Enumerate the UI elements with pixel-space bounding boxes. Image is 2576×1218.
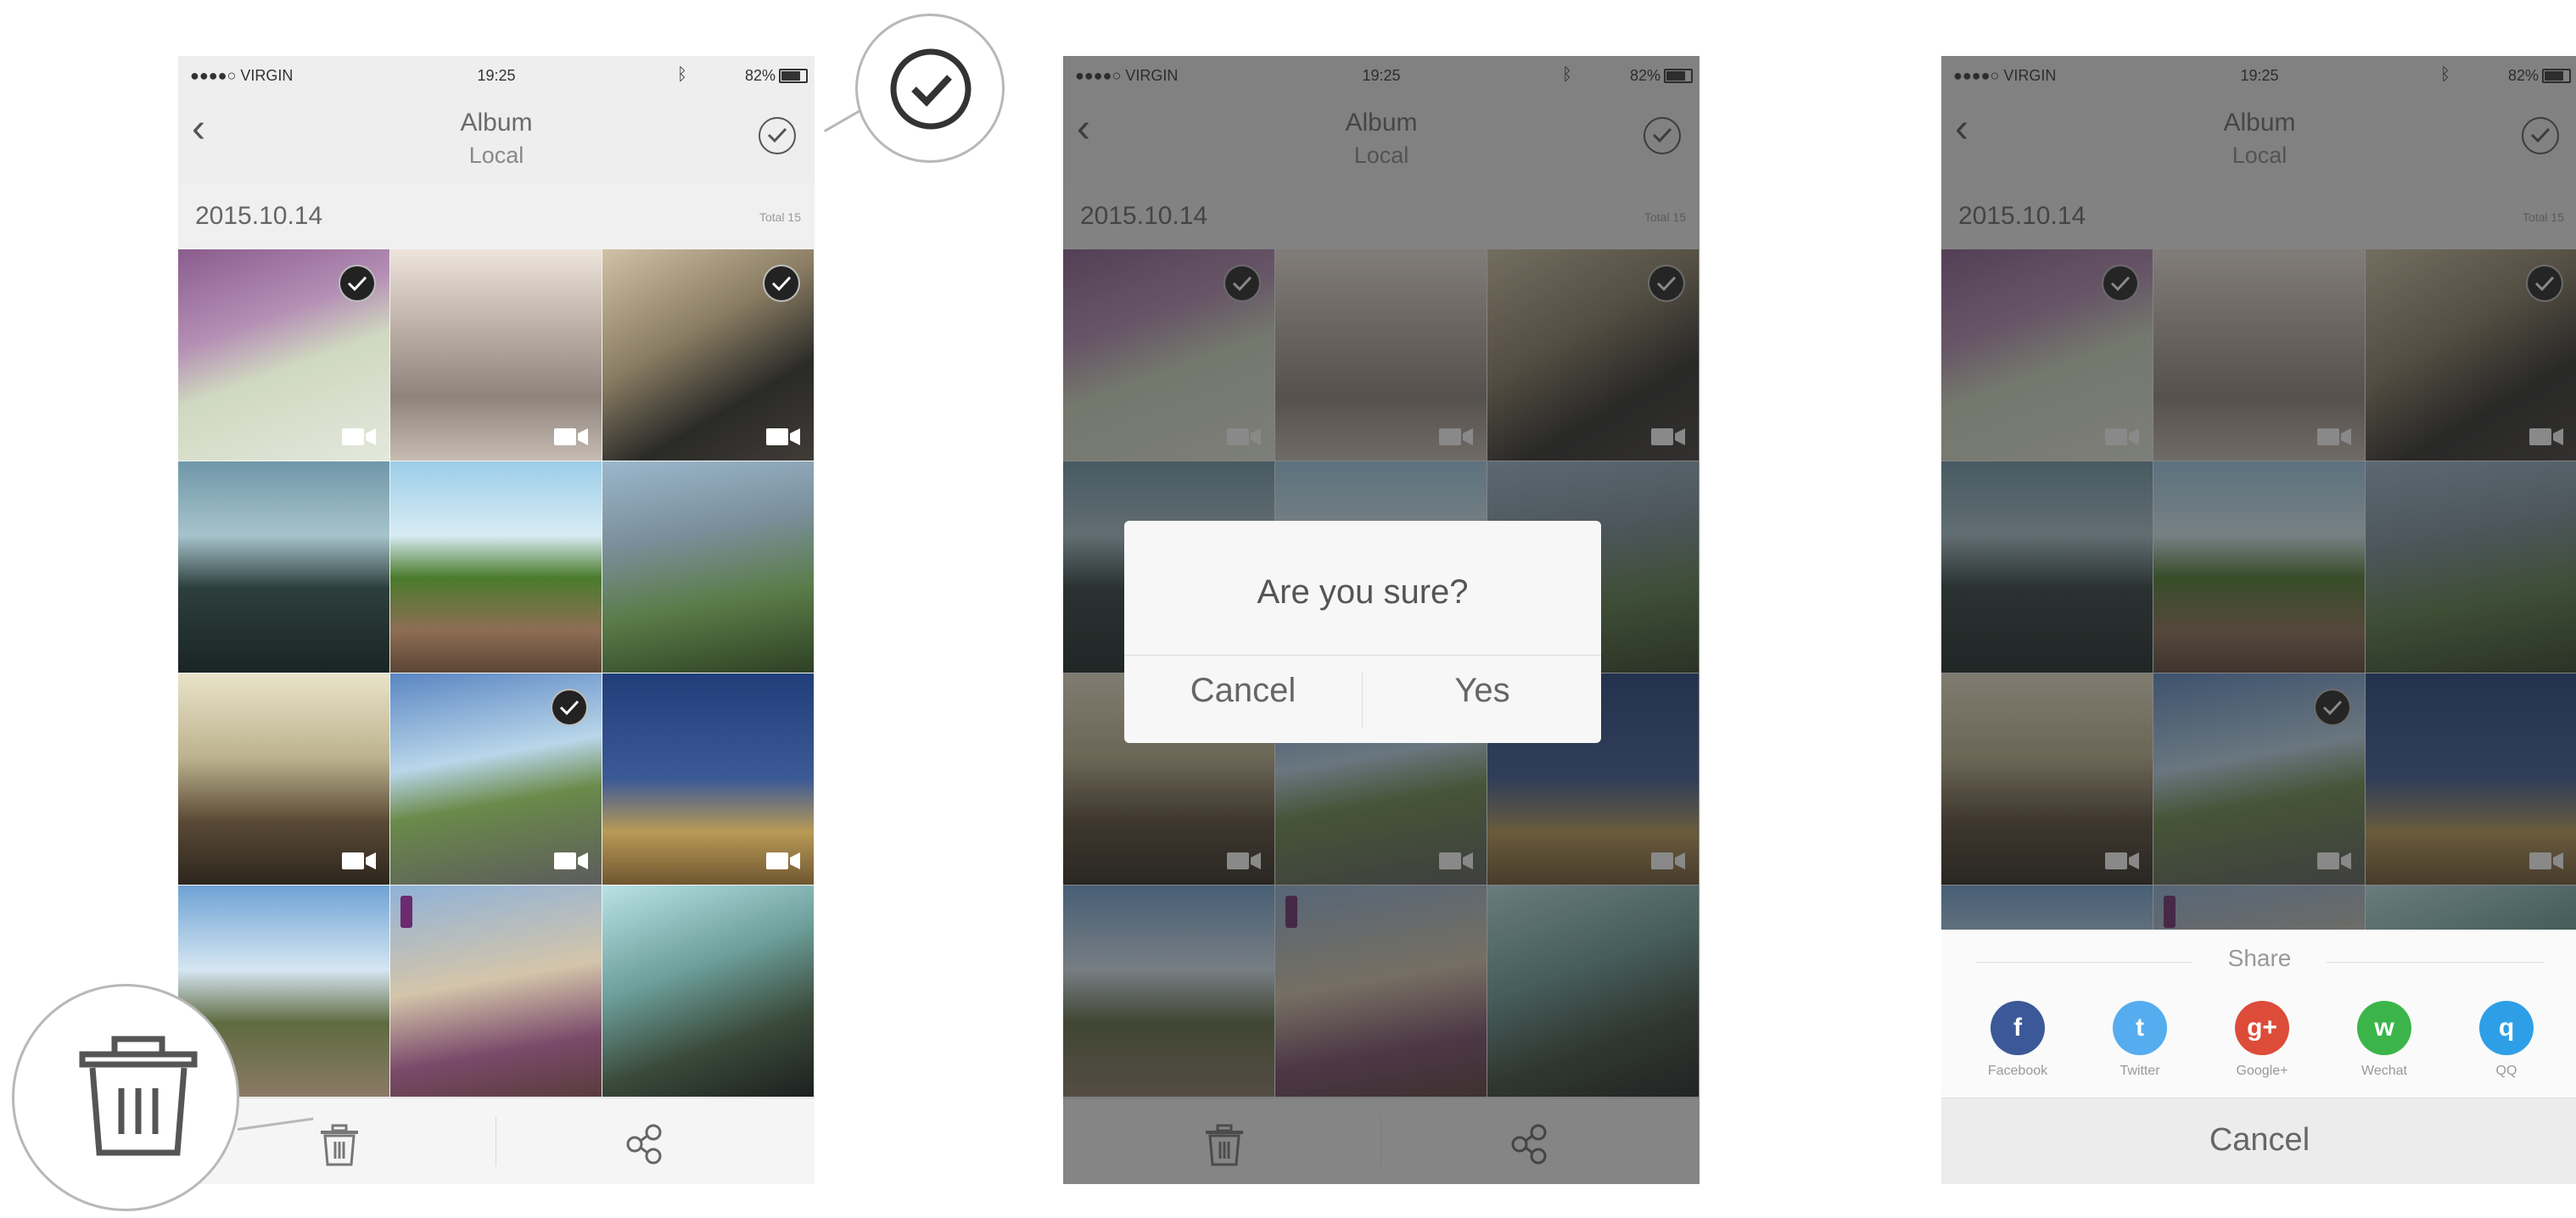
share-target-label: Google+ (2236, 1064, 2288, 1078)
album-total: Total 15 (759, 210, 801, 224)
nav-bar: ‹ Album Local (178, 98, 815, 183)
callout-select-button (855, 14, 1005, 163)
photo-thumbnail[interactable] (390, 249, 602, 461)
phone-screen-share: ●●●●○ VIRGIN 19:25 ᛒ 82% ‹ Album Local 2… (1941, 56, 2576, 1184)
photo-thumbnail[interactable] (390, 886, 602, 1097)
video-camera-icon (554, 851, 588, 871)
trash-icon (321, 1124, 358, 1166)
share-target-label: Facebook (1987, 1064, 2048, 1078)
dialog-message: Are you sure? (1257, 573, 1469, 611)
bottom-toolbar (178, 1098, 815, 1184)
share-cancel-bar: Cancel (1941, 1098, 2576, 1184)
share-cancel-button[interactable]: Cancel (1941, 1122, 2576, 1159)
phone-screen-confirm: ●●●●○ VIRGIN 19:25 ᛒ 82% ‹ Album Local 2… (1063, 56, 1700, 1184)
photo-thumbnail[interactable] (178, 249, 389, 461)
dialog-yes-button[interactable]: Yes (1364, 672, 1601, 710)
photo-thumbnail[interactable] (602, 886, 814, 1097)
share-title: Share (2227, 945, 2292, 971)
video-camera-icon (766, 851, 800, 871)
wechat-icon: w (2357, 1001, 2411, 1055)
photo-thumbnail[interactable] (602, 461, 814, 673)
page-subtitle: Local (468, 142, 524, 168)
dialog-divider (1124, 655, 1601, 656)
date-header: 2015.10.14 Total 15 (178, 183, 815, 249)
google-icon: g+ (2235, 1001, 2289, 1055)
bluetooth-icon: ᛒ (677, 65, 687, 84)
photo-thumbnail[interactable] (390, 461, 602, 673)
photo-thumbnail[interactable] (178, 673, 389, 885)
photo-thumbnail[interactable] (602, 673, 814, 885)
qq-icon: q (2479, 1001, 2534, 1055)
trash-icon (79, 1036, 198, 1156)
video-camera-icon (554, 427, 588, 447)
share-target-twitter[interactable]: t Twitter (2080, 1001, 2199, 1079)
selected-check-icon (339, 265, 376, 302)
video-camera-icon (342, 851, 376, 871)
share-target-label: Twitter (2120, 1064, 2160, 1078)
facebook-icon: f (1991, 1001, 2045, 1055)
dialog-cancel-button[interactable]: Cancel (1124, 672, 1362, 710)
share-target-facebook[interactable]: f Facebook (1958, 1001, 2077, 1079)
video-camera-icon (766, 427, 800, 447)
checkmark-icon (767, 127, 787, 143)
share-sheet: Share f Facebook t Twitter g+ Google+ w Wechat q… (1941, 930, 2576, 1184)
photo-thumbnail[interactable] (390, 673, 602, 885)
clock: 19:25 (477, 67, 516, 84)
share-target-label: QQ (2495, 1064, 2517, 1078)
share-icon (626, 1124, 662, 1165)
photo-thumbnail[interactable] (602, 249, 814, 461)
twitter-icon: t (2113, 1001, 2167, 1055)
selected-check-icon (763, 265, 800, 302)
confirm-dialog: Are you sure? Cancel Yes (1124, 521, 1601, 743)
battery-percent: 82% (744, 67, 776, 84)
status-bar: ●●●●○ VIRGIN 19:25 ᛒ 82% (178, 56, 815, 98)
share-target-wechat[interactable]: w Wechat (2325, 1001, 2444, 1079)
photo-thumbnail[interactable] (178, 461, 389, 673)
page-title: Album (460, 109, 533, 137)
divider-line (2327, 962, 2544, 963)
callout-pointer (823, 109, 860, 132)
select-button[interactable] (759, 117, 796, 154)
dialog-button-divider (1362, 672, 1363, 728)
video-camera-icon (342, 427, 376, 447)
callout-delete-button (12, 984, 239, 1211)
battery-icon (779, 69, 808, 83)
share-button[interactable] (619, 1119, 670, 1170)
share-target-qq[interactable]: q QQ (2447, 1001, 2566, 1079)
checkmark-icon (890, 48, 972, 130)
share-target-label: Wechat (2361, 1064, 2407, 1078)
lock-badge-icon (400, 896, 412, 928)
delete-button[interactable] (314, 1119, 365, 1170)
phone-screen-select: ●●●●○ VIRGIN 19:25 ᛒ 82% ‹ Album Local 2… (178, 56, 815, 1184)
album-date: 2015.10.14 (195, 202, 323, 230)
share-target-google[interactable]: g+ Google+ (2203, 1001, 2321, 1079)
selected-check-icon (551, 689, 588, 726)
photo-grid (178, 249, 815, 1098)
